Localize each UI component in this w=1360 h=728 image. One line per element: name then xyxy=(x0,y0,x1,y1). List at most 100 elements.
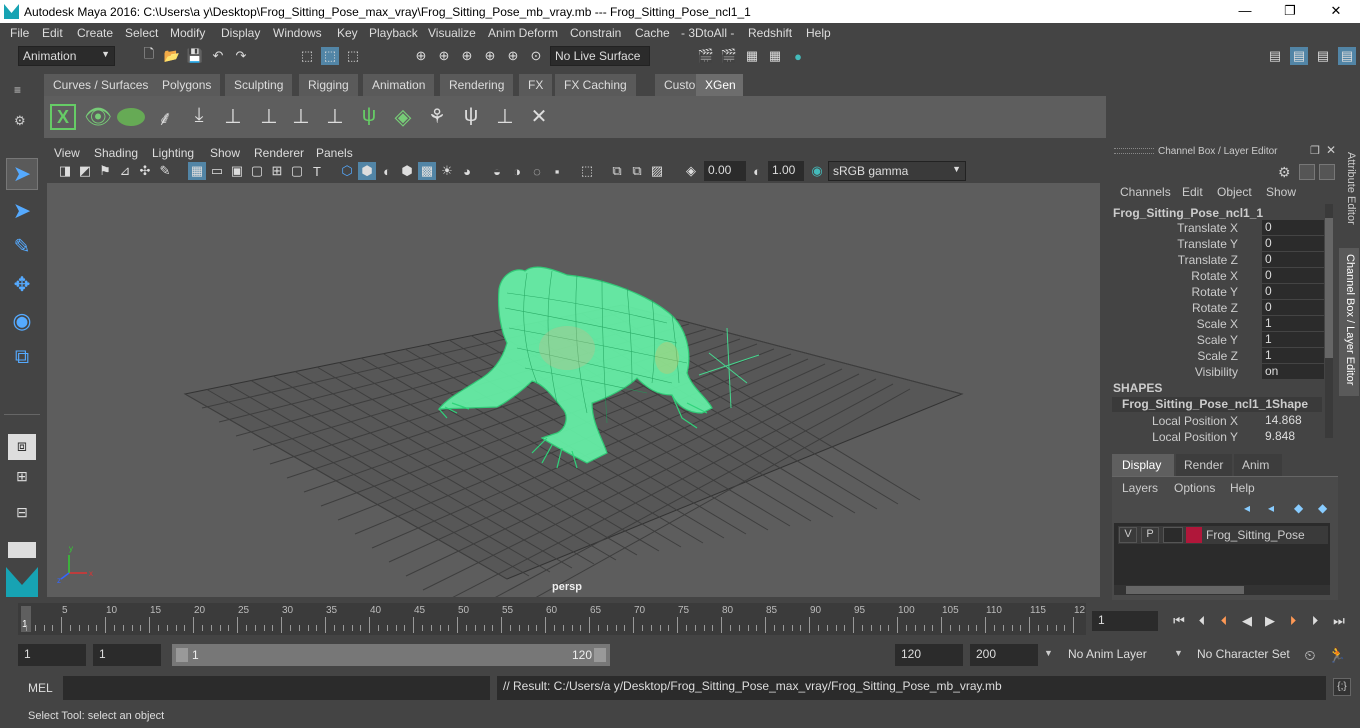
smooth-shade-icon[interactable]: ⬢ xyxy=(358,162,376,180)
shelf-tab-polygons[interactable]: Polygons xyxy=(153,74,222,96)
panel-menu-lighting[interactable]: Lighting xyxy=(152,146,194,160)
shelf-tab-rigging[interactable]: Rigging xyxy=(299,74,359,96)
close-panel-icon[interactable]: ✕ xyxy=(1326,143,1336,157)
maya-home-icon[interactable] xyxy=(6,567,38,597)
xgen-create-description-icon[interactable] xyxy=(117,108,145,126)
safe-title-icon[interactable]: T xyxy=(308,162,326,180)
go-to-start-icon[interactable]: ⏮ xyxy=(1170,612,1188,630)
snap-surface-icon[interactable]: ⊕ xyxy=(504,47,522,65)
end-time-field[interactable]: 200 xyxy=(970,644,1038,666)
play-forwards-icon[interactable]: ▶ xyxy=(1261,612,1279,630)
ipr-render-icon[interactable]: ▦ xyxy=(743,47,761,65)
motion-blur-icon[interactable]: ◒ xyxy=(488,162,506,180)
attr-scale-y[interactable]: Scale Y1 xyxy=(1112,332,1324,348)
wireframe-icon[interactable]: ⬡ xyxy=(338,162,356,180)
channel-box-settings-icon[interactable]: ⚙ xyxy=(1278,164,1291,181)
xray-joints-icon[interactable]: ⧉ xyxy=(608,162,626,180)
menu-edit[interactable]: Edit xyxy=(42,26,63,40)
menu-3dtoall[interactable]: - 3DtoAll - xyxy=(681,26,734,40)
options-menu[interactable]: Options xyxy=(1174,481,1215,495)
menu-cache[interactable]: Cache xyxy=(635,26,670,40)
xgen-editor-icon[interactable]: X xyxy=(50,104,76,130)
shelf-settings-icon[interactable]: ⚙ xyxy=(14,113,26,129)
shelf-menu-icon[interactable]: ≡ xyxy=(14,83,21,97)
select-by-hierarchy-icon[interactable]: ⬚ xyxy=(298,47,316,65)
gamma-field[interactable]: 1.00 xyxy=(768,161,804,181)
rotate-tool-icon[interactable]: ◉ xyxy=(6,306,38,338)
single-pane-layout-icon[interactable]: ⧈ xyxy=(8,434,36,460)
playback-end-field[interactable]: 120 xyxy=(895,644,963,666)
script-editor-icon[interactable]: {;} xyxy=(1333,678,1351,696)
shelf-tab-fx-caching[interactable]: FX Caching xyxy=(555,74,637,96)
field-chart-icon[interactable]: ⊞ xyxy=(268,162,286,180)
edit-menu[interactable]: Edit xyxy=(1182,185,1203,199)
film-gate-icon[interactable]: ▭ xyxy=(208,162,226,180)
select-tool-icon[interactable]: ➤ xyxy=(6,158,38,190)
move-layer-down-icon[interactable]: ◂ xyxy=(1268,501,1274,515)
shelf-tab-animation[interactable]: Animation xyxy=(363,74,436,96)
layer-editor-toggle-icon[interactable] xyxy=(1319,164,1335,180)
wireframe-on-shaded-icon[interactable]: ◐ xyxy=(378,162,396,180)
attr-translate-x[interactable]: Translate X0 xyxy=(1112,220,1324,236)
resolution-gate-icon[interactable]: ▣ xyxy=(228,162,246,180)
xgen-cache-icon[interactable]: ⊥ xyxy=(492,104,518,130)
use-all-lights-icon[interactable]: ▩ xyxy=(418,162,436,180)
backface-culling-icon[interactable]: ▨ xyxy=(648,162,666,180)
attr-translate-y[interactable]: Translate Y0 xyxy=(1112,236,1324,252)
xgen-sculpt-guides-icon[interactable]: ⊥ xyxy=(220,104,246,130)
attr-scale-x[interactable]: Scale X1 xyxy=(1112,316,1324,332)
xgen-add-guide-icon[interactable]: ⸙ xyxy=(152,104,178,130)
snap-point-icon[interactable]: ⊕ xyxy=(458,47,476,65)
xgen-place-guides-icon[interactable]: ⤓ xyxy=(186,104,212,130)
render-view-icon[interactable]: 🎬 xyxy=(697,47,715,65)
playback-start-field[interactable]: 1 xyxy=(93,644,161,666)
shelf-tab-rendering[interactable]: Rendering xyxy=(440,74,515,96)
step-forward-frame-icon[interactable]: ⏵ xyxy=(1306,612,1324,630)
range-end-handle[interactable] xyxy=(594,648,606,662)
shape-name[interactable]: Frog_Sitting_Pose_ncl1_1Shape xyxy=(1112,397,1322,412)
step-back-frame-icon[interactable]: ⏴ xyxy=(1193,612,1211,630)
animation-preferences-icon[interactable]: 🏃 xyxy=(1328,646,1347,664)
attribute-editor-tab[interactable]: Attribute Editor xyxy=(1341,152,1357,242)
textured-icon[interactable]: ⬢ xyxy=(398,162,416,180)
tab-anim[interactable]: Anim xyxy=(1234,454,1282,476)
attr-translate-z[interactable]: Translate Z0 xyxy=(1112,252,1324,268)
gamma-icon[interactable]: ◐ xyxy=(748,162,766,180)
isolate-select-icon[interactable]: ⬚ xyxy=(578,162,596,180)
xgen-modifier-icon[interactable]: ⚘ xyxy=(424,104,450,130)
menu-constrain[interactable]: Constrain xyxy=(570,26,621,40)
object-menu[interactable]: Object xyxy=(1217,185,1252,199)
menu-anim-deform[interactable]: Anim Deform xyxy=(488,26,558,40)
step-back-key-icon[interactable]: ⏴ xyxy=(1215,612,1233,630)
panel-menu-show[interactable]: Show xyxy=(210,146,240,160)
new-layer-icon[interactable]: ◆ xyxy=(1294,501,1303,515)
panel-menu-view[interactable]: View xyxy=(54,146,80,160)
xgen-preview-eye-icon[interactable]: 👁 xyxy=(84,104,112,130)
menu-modify[interactable]: Modify xyxy=(170,26,205,40)
menu-redshift[interactable]: Redshift xyxy=(748,26,792,40)
undo-icon[interactable]: ↶ xyxy=(209,47,227,65)
current-frame-field[interactable]: 1 xyxy=(1092,611,1158,631)
menu-visualize[interactable]: Visualize xyxy=(428,26,476,40)
tool-settings-toggle-icon[interactable]: ▤ xyxy=(1338,47,1356,65)
panel-menu-panels[interactable]: Panels xyxy=(316,146,353,160)
layer-list-scrollbar[interactable] xyxy=(1114,585,1330,595)
xgen-groom-icon[interactable]: ψ xyxy=(458,104,484,130)
3d-viewport[interactable]: y x z persp xyxy=(47,183,1100,597)
character-set-dropdown[interactable]: No Character Set xyxy=(1191,644,1291,666)
menu-select[interactable]: Select xyxy=(125,26,158,40)
anim-layer-dropdown[interactable]: No Anim Layer xyxy=(1062,644,1162,666)
shelf-tab-fx[interactable]: FX xyxy=(519,74,554,96)
layer-name[interactable]: Frog_Sitting_Pose xyxy=(1206,528,1305,542)
xray-active-icon[interactable]: ⧉ xyxy=(628,162,646,180)
start-time-field[interactable]: 1 xyxy=(18,644,86,666)
menu-windows[interactable]: Windows xyxy=(273,26,322,40)
xgen-grass-icon[interactable]: ψ xyxy=(356,104,382,130)
layers-menu[interactable]: Layers xyxy=(1122,481,1158,495)
snap-view-icon[interactable]: ⊕ xyxy=(481,47,499,65)
exposure-icon[interactable]: ◈ xyxy=(682,162,700,180)
redo-icon[interactable]: ↷ xyxy=(232,47,250,65)
tab-display[interactable]: Display xyxy=(1112,454,1174,476)
render-settings-icon[interactable]: ▦ xyxy=(766,47,784,65)
scale-tool-icon[interactable]: ⧉ xyxy=(6,342,38,374)
